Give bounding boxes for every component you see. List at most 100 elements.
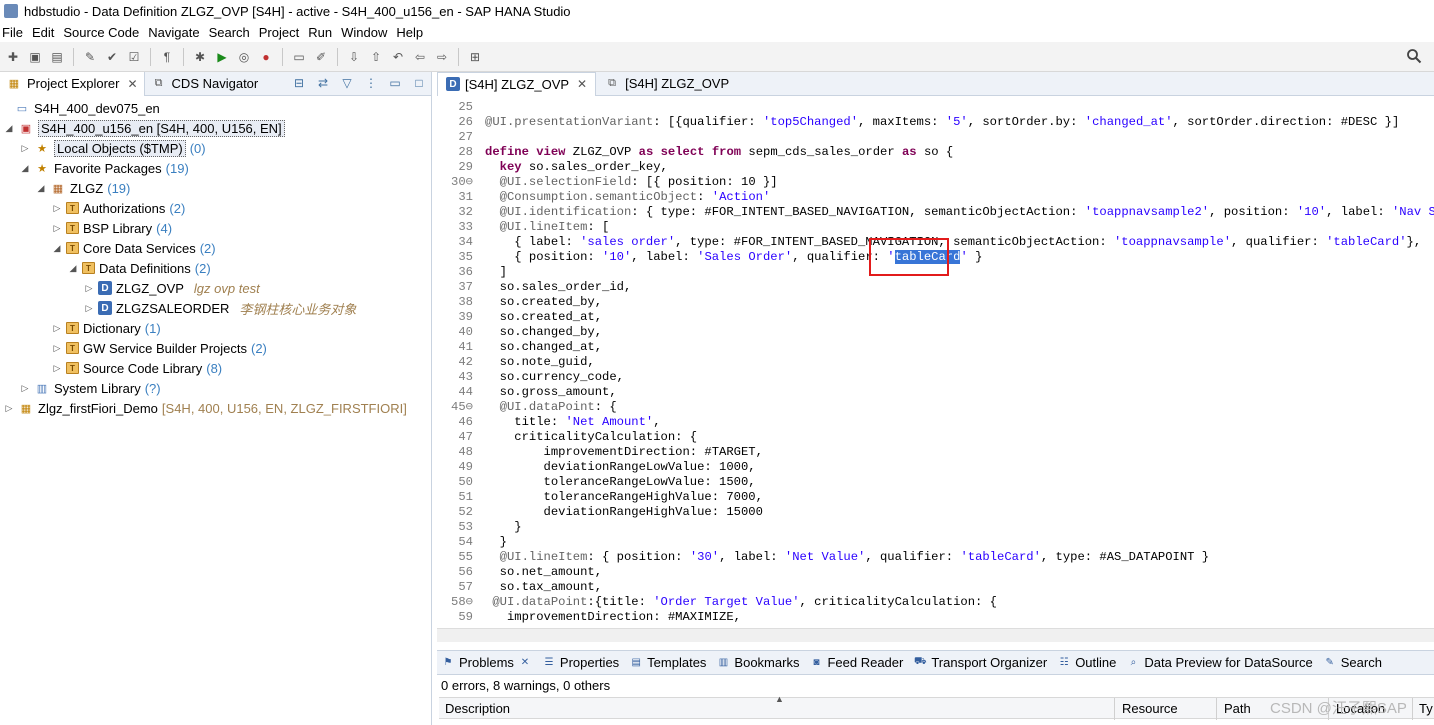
tree-item[interactable]: ◢ ▦ ZLGZ (19): [36, 178, 131, 198]
save-icon[interactable]: ▣: [26, 48, 44, 66]
collapse-arrow-icon[interactable]: ▷: [52, 323, 62, 334]
tree-item[interactable]: ◢ T Data Definitions (2): [68, 258, 211, 278]
data-definition-icon: D: [446, 77, 460, 91]
collapse-arrow-icon[interactable]: ▷: [84, 283, 94, 294]
outline-icon: ☷: [1059, 657, 1069, 668]
prev-annotation-icon[interactable]: ⇧: [367, 48, 385, 66]
collapse-arrow-icon[interactable]: ▷: [84, 303, 94, 314]
tree-item[interactable]: ▷ T BSP Library (4): [52, 218, 173, 238]
forward-icon[interactable]: ⇨: [433, 48, 451, 66]
view-toolbar: ⊟ ⇄ ▽ ⋮ ▭ □: [291, 75, 427, 91]
column-description[interactable]: Description: [445, 701, 510, 716]
close-icon[interactable]: ✕: [127, 77, 137, 91]
last-edit-icon[interactable]: ↶: [389, 48, 407, 66]
line-number: 31: [458, 190, 473, 204]
collapse-arrow-icon[interactable]: ▷: [20, 383, 30, 394]
run-icon[interactable]: ▶: [213, 48, 231, 66]
open-perspective-icon[interactable]: ⊞: [466, 48, 484, 66]
horizontal-scrollbar[interactable]: [437, 628, 1434, 642]
column-type[interactable]: Ty: [1419, 701, 1433, 716]
line-number: 37: [458, 280, 473, 294]
menu-help[interactable]: Help: [394, 25, 430, 40]
collapse-all-icon[interactable]: ⊟: [291, 75, 307, 91]
link-editor-icon[interactable]: ⇄: [315, 75, 331, 91]
tab-data-preview[interactable]: ⌕ Data Preview for DataSource: [1122, 651, 1316, 675]
expand-arrow-icon[interactable]: ◢: [36, 183, 46, 194]
collapse-arrow-icon[interactable]: ▷: [52, 363, 62, 374]
tab-editor-zlgz-ovp-2[interactable]: ⧉ [S4H] ZLGZ_OVP: [596, 72, 737, 96]
expand-arrow-icon[interactable]: ◢: [4, 123, 14, 134]
line-number: 39: [458, 310, 473, 324]
expand-arrow-icon[interactable]: ◢: [20, 163, 30, 174]
tree-item[interactable]: ▷ D ZLGZ_OVP lgz ovp test: [84, 278, 260, 298]
menu-edit[interactable]: Edit: [30, 25, 61, 40]
tab-search[interactable]: ✎ Search: [1319, 651, 1386, 675]
tab-templates[interactable]: ▤ Templates: [625, 651, 710, 675]
menu-source-code[interactable]: Source Code: [61, 25, 146, 40]
code-line: so.net_amount,: [485, 565, 603, 579]
tree-item[interactable]: ▭ S4H_400_dev075_en: [14, 98, 160, 118]
close-icon[interactable]: ✕: [577, 77, 587, 91]
column-path[interactable]: Path: [1224, 701, 1251, 716]
view-menu-icon[interactable]: ⋮: [363, 75, 379, 91]
tab-transport-organizer[interactable]: ⛟ Transport Organizer: [909, 651, 1051, 675]
new-icon[interactable]: ✚: [4, 48, 22, 66]
tab-feed-reader[interactable]: ◙ Feed Reader: [805, 651, 907, 675]
collapse-arrow-icon[interactable]: ▷: [52, 343, 62, 354]
search-icon[interactable]: [1406, 48, 1422, 64]
paragraph-icon[interactable]: ¶: [158, 48, 176, 66]
collapse-arrow-icon[interactable]: ▷: [20, 143, 30, 154]
tree-item[interactable]: ▷ D ZLGZSALEORDER 李钢柱核心业务对象: [84, 298, 357, 318]
line-number: 27: [458, 130, 473, 144]
tree-item[interactable]: ◢ T Core Data Services (2): [52, 238, 216, 258]
maximize-icon[interactable]: □: [411, 75, 427, 91]
tab-bookmarks[interactable]: ▥ Bookmarks: [712, 651, 803, 675]
menu-navigate[interactable]: Navigate: [146, 25, 206, 40]
close-icon[interactable]: ✕: [518, 656, 532, 670]
tree-item[interactable]: ◢ ▣ S4H_400_u156_en [S4H, 400, U156, EN]: [4, 118, 285, 138]
tab-cds-navigator[interactable]: ⧉ CDS Navigator: [145, 72, 265, 96]
pen-icon[interactable]: ✐: [312, 48, 330, 66]
activate-icon[interactable]: ✔: [103, 48, 121, 66]
menu-file[interactable]: File: [0, 25, 30, 40]
collapse-arrow-icon[interactable]: ▷: [52, 203, 62, 214]
menu-run[interactable]: Run: [306, 25, 339, 40]
next-annotation-icon[interactable]: ⇩: [345, 48, 363, 66]
run-config-icon[interactable]: ◎: [235, 48, 253, 66]
minimize-icon[interactable]: ▭: [387, 75, 403, 91]
tree-item[interactable]: ▷ ▦ Zlgz_firstFiori_Demo [S4H, 400, U156…: [4, 398, 407, 418]
tree-item[interactable]: ◢ ★ Favorite Packages (19): [20, 158, 189, 178]
tab-properties[interactable]: ☰ Properties: [538, 651, 623, 675]
tab-project-explorer[interactable]: ▦ Project Explorer ✕: [0, 71, 145, 96]
tab-problems[interactable]: ⚑ Problems ✕: [437, 651, 536, 675]
back-icon[interactable]: ⇦: [411, 48, 429, 66]
menu-search[interactable]: Search: [207, 25, 257, 40]
save-all-icon[interactable]: ▤: [48, 48, 66, 66]
folder-icon[interactable]: ▭: [290, 48, 308, 66]
menu-project[interactable]: Project: [257, 25, 306, 40]
stop-icon[interactable]: ●: [257, 48, 275, 66]
collapse-arrow-icon[interactable]: ▷: [4, 403, 14, 414]
tree-item[interactable]: ▷ T Authorizations (2): [52, 198, 186, 218]
expand-arrow-icon[interactable]: ◢: [52, 243, 62, 254]
tab-outline[interactable]: ☷ Outline: [1053, 651, 1120, 675]
line-number: 25: [458, 100, 473, 114]
line-number: 53: [458, 520, 473, 534]
tree-item[interactable]: ▷ ▥ System Library (?): [20, 378, 161, 398]
debug-icon[interactable]: ✱: [191, 48, 209, 66]
tree-item[interactable]: ▷ T Dictionary (1): [52, 318, 161, 338]
check-icon[interactable]: ☑: [125, 48, 143, 66]
filter-icon[interactable]: ▽: [339, 75, 355, 91]
tree-item[interactable]: ▷ T GW Service Builder Projects (2): [52, 338, 267, 358]
tree-item[interactable]: ▷ T Source Code Library (8): [52, 358, 223, 378]
expand-arrow-icon[interactable]: ◢: [68, 263, 78, 274]
code-line: so.changed_at,: [485, 340, 603, 354]
open-type-icon[interactable]: ✎: [81, 48, 99, 66]
tab-label: Project Explorer: [27, 76, 120, 91]
menu-window[interactable]: Window: [339, 25, 394, 40]
tab-editor-zlgz-ovp[interactable]: D [S4H] ZLGZ_OVP ✕: [437, 71, 597, 96]
tree-item[interactable]: ▷ ★ Local Objects ($TMP) (0): [20, 138, 206, 158]
collapse-arrow-icon[interactable]: ▷: [52, 223, 62, 234]
code-area[interactable]: 25 26 @UI.presentationVariant: [{qualifier…: [437, 98, 1434, 647]
column-resource[interactable]: Resource: [1122, 701, 1178, 716]
